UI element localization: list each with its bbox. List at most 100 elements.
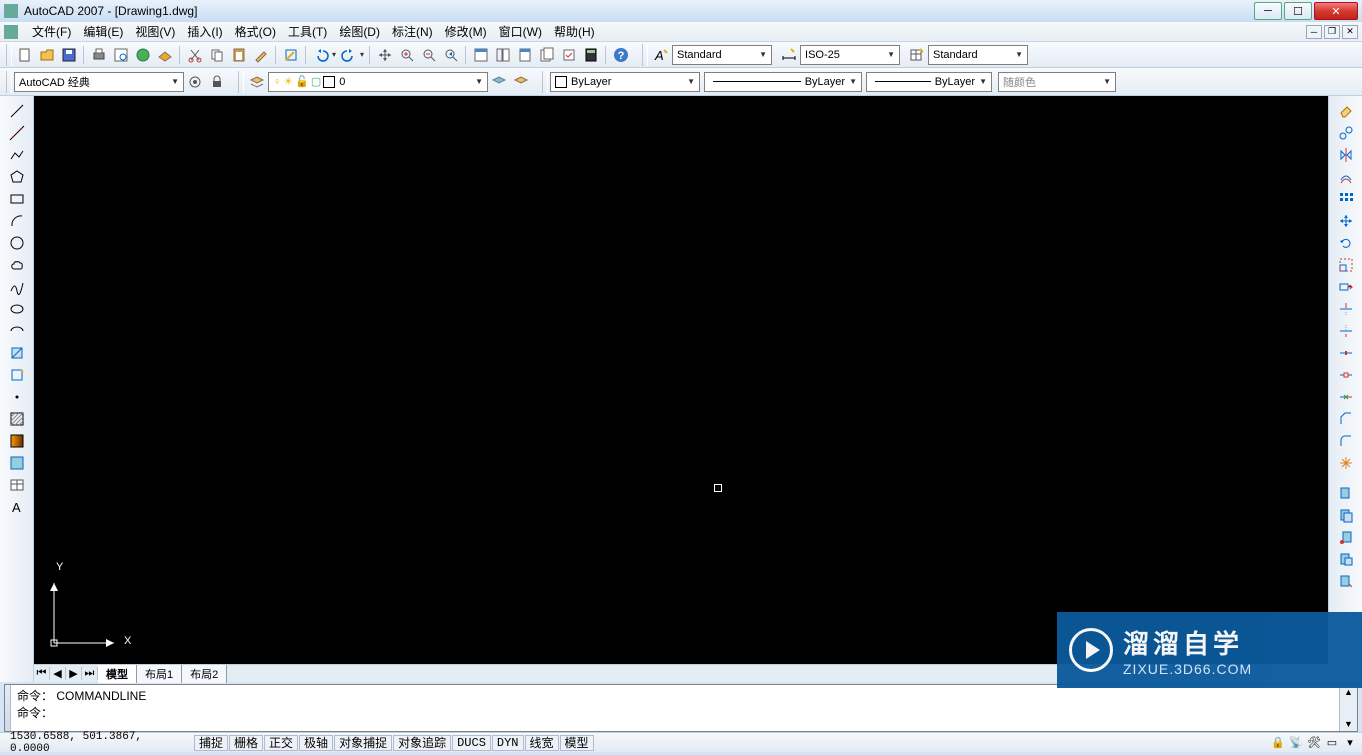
quickcalc-button[interactable] (580, 44, 602, 66)
toggle-model[interactable]: 模型 (560, 735, 594, 751)
line-button[interactable] (5, 100, 29, 122)
move-button[interactable] (1334, 210, 1358, 232)
array-button[interactable] (1334, 188, 1358, 210)
sheet-set-button[interactable] (536, 44, 558, 66)
workspace-dropdown[interactable]: AutoCAD 经典 ▼ (14, 72, 184, 92)
design-center-button[interactable] (492, 44, 514, 66)
help-button[interactable]: ? (610, 44, 632, 66)
break-at-point-button[interactable] (1334, 342, 1358, 364)
region-button[interactable] (5, 452, 29, 474)
publish-button[interactable] (132, 44, 154, 66)
rotate-button[interactable] (1334, 232, 1358, 254)
mirror-button[interactable] (1334, 144, 1358, 166)
rectangle-button[interactable] (5, 188, 29, 210)
toggle-otrack[interactable]: 对象追踪 (393, 735, 451, 751)
menu-insert[interactable]: 插入(I) (181, 22, 228, 41)
comm-center-icon[interactable]: 🔒 (1270, 735, 1286, 751)
insert-block-button[interactable] (5, 342, 29, 364)
coordinates-display[interactable]: 1530.6588, 501.3867, 0.0000 (4, 735, 194, 751)
menu-help[interactable]: 帮助(H) (548, 22, 601, 41)
tab-last-button[interactable]: ⏭ (82, 667, 98, 680)
trim-button[interactable] (1334, 298, 1358, 320)
close-button[interactable]: ✕ (1314, 2, 1358, 20)
command-scrollbar[interactable]: ▲ ▼ (1339, 685, 1357, 731)
make-block-button[interactable] (5, 364, 29, 386)
paste-button[interactable] (228, 44, 250, 66)
toggle-osnap[interactable]: 对象捕捉 (334, 735, 392, 751)
mdi-minimize-button[interactable]: ─ (1306, 25, 1322, 39)
menu-modify[interactable]: 修改(M) (439, 22, 493, 41)
paste-to-orig-coords-button[interactable] (1334, 570, 1358, 592)
arc-button[interactable] (5, 210, 29, 232)
explode-button[interactable] (1334, 452, 1358, 474)
zoom-realtime-button[interactable] (396, 44, 418, 66)
copy-button[interactable] (206, 44, 228, 66)
command-lines[interactable]: 命令： COMMANDLINE 命令： (11, 685, 1339, 731)
toggle-ortho[interactable]: 正交 (264, 735, 298, 751)
menu-view[interactable]: 视图(V) (129, 22, 181, 41)
3ddwf-button[interactable] (154, 44, 176, 66)
offset-button[interactable] (1334, 166, 1358, 188)
copy-with-base-button[interactable] (1334, 526, 1358, 548)
polyline-button[interactable] (5, 144, 29, 166)
scroll-down-icon[interactable]: ▼ (1344, 719, 1353, 729)
table-button[interactable] (5, 474, 29, 496)
dimension-style-dropdown[interactable]: ISO-25 ▼ (800, 45, 900, 65)
ellipse-arc-button[interactable] (5, 320, 29, 342)
undo-button[interactable] (310, 44, 332, 66)
construction-line-button[interactable] (5, 122, 29, 144)
text-style-dropdown[interactable]: Standard ▼ (672, 45, 772, 65)
tab-layout2[interactable]: 布局2 (182, 665, 227, 683)
layer-previous-button[interactable] (488, 71, 510, 93)
workspace-lock-button[interactable] (206, 71, 228, 93)
menu-file[interactable]: 文件(F) (26, 22, 77, 41)
spline-button[interactable] (5, 276, 29, 298)
workspace-settings-button[interactable] (184, 71, 206, 93)
menu-edit[interactable]: 编辑(E) (77, 22, 129, 41)
layer-dropdown[interactable]: ♀ ☀ 🔓 ▢ 0 ▼ (268, 72, 488, 92)
toggle-polar[interactable]: 极轴 (299, 735, 333, 751)
markup-button[interactable] (558, 44, 580, 66)
paste-from-clipboard-button[interactable] (1334, 504, 1358, 526)
stretch-button[interactable] (1334, 276, 1358, 298)
break-button[interactable] (1334, 364, 1358, 386)
polygon-button[interactable] (5, 166, 29, 188)
command-window[interactable]: 命令： COMMANDLINE 命令： ▲ ▼ (4, 684, 1358, 732)
color-dropdown[interactable]: ByLayer ▼ (550, 72, 700, 92)
block-editor-button[interactable] (280, 44, 302, 66)
match-properties-button[interactable] (250, 44, 272, 66)
tray-satellite-icon[interactable]: 📡 (1288, 735, 1304, 751)
drawing-canvas[interactable]: Y X (34, 96, 1328, 664)
copy-object-button[interactable] (1334, 122, 1358, 144)
toggle-dyn[interactable]: DYN (492, 735, 524, 751)
save-button[interactable] (58, 44, 80, 66)
text-style-icon[interactable]: A (650, 44, 672, 66)
toggle-grid[interactable]: 栅格 (229, 735, 263, 751)
zoom-previous-button[interactable] (440, 44, 462, 66)
plotstyle-dropdown[interactable]: 随颜色 ▼ (998, 72, 1116, 92)
paste-as-block-button[interactable] (1334, 548, 1358, 570)
hatch-button[interactable] (5, 408, 29, 430)
command-prompt[interactable]: 命令： (17, 704, 1333, 721)
toggle-snap[interactable]: 捕捉 (194, 735, 228, 751)
lineweight-dropdown[interactable]: ByLayer ▼ (866, 72, 992, 92)
tray-tools-icon[interactable]: 🛠 (1306, 735, 1322, 751)
maximize-button[interactable]: ☐ (1284, 2, 1312, 20)
pan-button[interactable] (374, 44, 396, 66)
join-button[interactable] (1334, 386, 1358, 408)
extend-button[interactable] (1334, 320, 1358, 342)
plot-preview-button[interactable] (110, 44, 132, 66)
tool-palettes-button[interactable] (514, 44, 536, 66)
tab-layout1[interactable]: 布局1 (137, 665, 182, 683)
layer-states-button[interactable] (510, 71, 532, 93)
chamfer-button[interactable] (1334, 408, 1358, 430)
dimension-style-icon[interactable] (778, 44, 800, 66)
mdi-restore-button[interactable]: ❐ (1324, 25, 1340, 39)
table-style-dropdown[interactable]: Standard ▼ (928, 45, 1028, 65)
copy-to-clipboard-button[interactable] (1334, 482, 1358, 504)
tab-prev-button[interactable]: ◀ (50, 667, 66, 680)
gradient-button[interactable] (5, 430, 29, 452)
tab-next-button[interactable]: ▶ (66, 667, 82, 680)
circle-button[interactable] (5, 232, 29, 254)
tab-first-button[interactable]: ⏮ (34, 667, 50, 680)
